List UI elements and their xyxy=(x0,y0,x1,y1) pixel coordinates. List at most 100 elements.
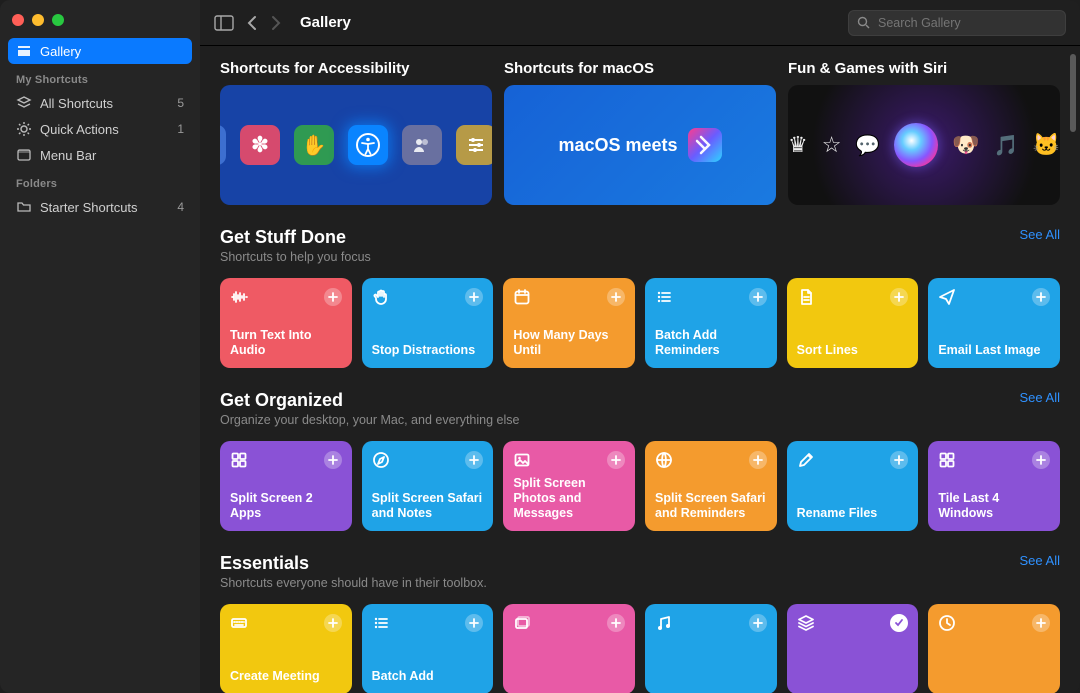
add-button[interactable] xyxy=(465,451,483,469)
featured-banners: Shortcuts for Accessibility ✽ ✋ xyxy=(220,60,1060,205)
music-icon xyxy=(655,614,673,632)
shortcut-tile[interactable]: Email Last Image xyxy=(928,278,1060,368)
add-button[interactable] xyxy=(607,288,625,306)
shortcut-tile[interactable]: Rename Files xyxy=(787,441,919,531)
toggle-sidebar-button[interactable] xyxy=(214,15,234,31)
section-title: Get Organized xyxy=(220,390,519,411)
sidebar-item-quick-actions[interactable]: Quick Actions 1 xyxy=(8,116,192,142)
shortcut-section: Essentials Shortcuts everyone should hav… xyxy=(220,553,1060,693)
sidebar-item-starter-shortcuts[interactable]: Starter Shortcuts 4 xyxy=(8,194,192,220)
accessibility-icon xyxy=(356,133,380,157)
photo-icon xyxy=(513,451,531,469)
checkmark-icon[interactable] xyxy=(890,614,908,632)
tile-label: Rename Files xyxy=(797,506,909,521)
shortcut-section: Get Stuff Done Shortcuts to help you foc… xyxy=(220,227,1060,368)
search-field[interactable] xyxy=(848,10,1066,36)
tile-label: Split Screen Photos and Messages xyxy=(513,476,625,521)
add-button[interactable] xyxy=(749,614,767,632)
sidebar-item-menu-bar[interactable]: Menu Bar xyxy=(8,142,192,168)
forward-button[interactable] xyxy=(270,15,282,31)
shortcut-tile[interactable]: Create Meeting xyxy=(220,604,352,693)
shortcut-tile[interactable]: Split Screen 2 Apps xyxy=(220,441,352,531)
shortcut-tile[interactable] xyxy=(645,604,777,693)
siri-icon xyxy=(894,123,938,167)
tile-label: Split Screen Safari and Reminders xyxy=(655,491,767,521)
shortcut-tile[interactable]: Batch Add xyxy=(362,604,494,693)
see-all-link[interactable]: See All xyxy=(1020,227,1060,242)
banner-title: Shortcuts for Accessibility xyxy=(220,60,492,77)
content-scroll[interactable]: Shortcuts for Accessibility ✽ ✋ xyxy=(200,46,1080,693)
waveform-icon xyxy=(230,288,248,306)
shortcut-tile[interactable] xyxy=(787,604,919,693)
tile-label: How Many Days Until xyxy=(513,328,625,358)
see-all-link[interactable]: See All xyxy=(1020,553,1060,568)
banner-accessibility[interactable]: ✽ ✋ xyxy=(220,85,492,205)
section-title: Essentials xyxy=(220,553,487,574)
gallery-icon xyxy=(16,43,32,59)
add-button[interactable] xyxy=(1032,614,1050,632)
keyboard-icon xyxy=(230,614,248,632)
crown-icon: ♛ xyxy=(788,132,808,158)
tile-label: Tile Last 4 Windows xyxy=(938,491,1050,521)
tile-label: Sort Lines xyxy=(797,343,909,358)
add-button[interactable] xyxy=(607,614,625,632)
back-button[interactable] xyxy=(246,15,258,31)
shortcut-tile[interactable]: Sort Lines xyxy=(787,278,919,368)
sidebar-item-count: 1 xyxy=(177,122,184,136)
shortcut-tile[interactable]: Split Screen Photos and Messages xyxy=(503,441,635,531)
tile-label: Split Screen 2 Apps xyxy=(230,491,342,521)
hand-icon xyxy=(372,288,390,306)
tile-label: Turn Text Into Audio xyxy=(230,328,342,358)
sidebar-item-label: Menu Bar xyxy=(40,148,96,163)
tile-label: Batch Add Reminders xyxy=(655,328,767,358)
chat-icon: 💬 xyxy=(855,133,880,158)
add-button[interactable] xyxy=(607,451,625,469)
minimize-window-button[interactable] xyxy=(32,14,44,26)
shortcut-tile[interactable]: How Many Days Until xyxy=(503,278,635,368)
sidebar-item-gallery[interactable]: Gallery xyxy=(8,38,192,64)
sidebar-item-label: Gallery xyxy=(40,44,81,59)
see-all-link[interactable]: See All xyxy=(1020,390,1060,405)
add-button[interactable] xyxy=(749,288,767,306)
shortcut-tile[interactable] xyxy=(928,604,1060,693)
paw-icon: 🐶 xyxy=(952,132,979,158)
sidebar: Gallery My Shortcuts All Shortcuts 5 Qui… xyxy=(0,0,200,693)
compass-icon xyxy=(372,451,390,469)
sidebar-item-count: 5 xyxy=(177,96,184,110)
document-icon xyxy=(797,288,815,306)
star-icon: ☆ xyxy=(822,132,842,158)
sidebar-item-all-shortcuts[interactable]: All Shortcuts 5 xyxy=(8,90,192,116)
zoom-window-button[interactable] xyxy=(52,14,64,26)
shortcut-tile[interactable]: Stop Distractions xyxy=(362,278,494,368)
tile-label: Split Screen Safari and Notes xyxy=(372,491,484,521)
add-button[interactable] xyxy=(890,288,908,306)
list-icon xyxy=(655,288,673,306)
add-button[interactable] xyxy=(324,614,342,632)
banner-fun-games[interactable]: ♛ ☆ 💬 🐶 🎵 🐱 xyxy=(788,85,1060,205)
list-icon xyxy=(372,614,390,632)
tile-grid: Turn Text Into Audio Stop Distractions H… xyxy=(220,278,1060,368)
add-button[interactable] xyxy=(1032,451,1050,469)
add-button[interactable] xyxy=(749,451,767,469)
shortcut-tile[interactable]: Tile Last 4 Windows xyxy=(928,441,1060,531)
clock-icon xyxy=(938,614,956,632)
people-icon xyxy=(412,135,432,155)
add-button[interactable] xyxy=(465,614,483,632)
banner-macos[interactable]: macOS meets xyxy=(504,85,776,205)
shortcut-tile[interactable]: Turn Text Into Audio xyxy=(220,278,352,368)
add-button[interactable] xyxy=(324,288,342,306)
sidebar-section-my-shortcuts: My Shortcuts xyxy=(8,64,192,90)
add-button[interactable] xyxy=(465,288,483,306)
gear-icon xyxy=(16,121,32,137)
search-input[interactable] xyxy=(876,15,1057,31)
shortcut-tile[interactable]: Split Screen Safari and Notes xyxy=(362,441,494,531)
shortcut-tile[interactable] xyxy=(503,604,635,693)
add-button[interactable] xyxy=(890,451,908,469)
section-subtitle: Shortcuts everyone should have in their … xyxy=(220,576,487,590)
shortcut-tile[interactable]: Batch Add Reminders xyxy=(645,278,777,368)
banner-title: Fun & Games with Siri xyxy=(788,60,1060,77)
add-button[interactable] xyxy=(324,451,342,469)
add-button[interactable] xyxy=(1032,288,1050,306)
shortcut-tile[interactable]: Split Screen Safari and Reminders xyxy=(645,441,777,531)
close-window-button[interactable] xyxy=(12,14,24,26)
